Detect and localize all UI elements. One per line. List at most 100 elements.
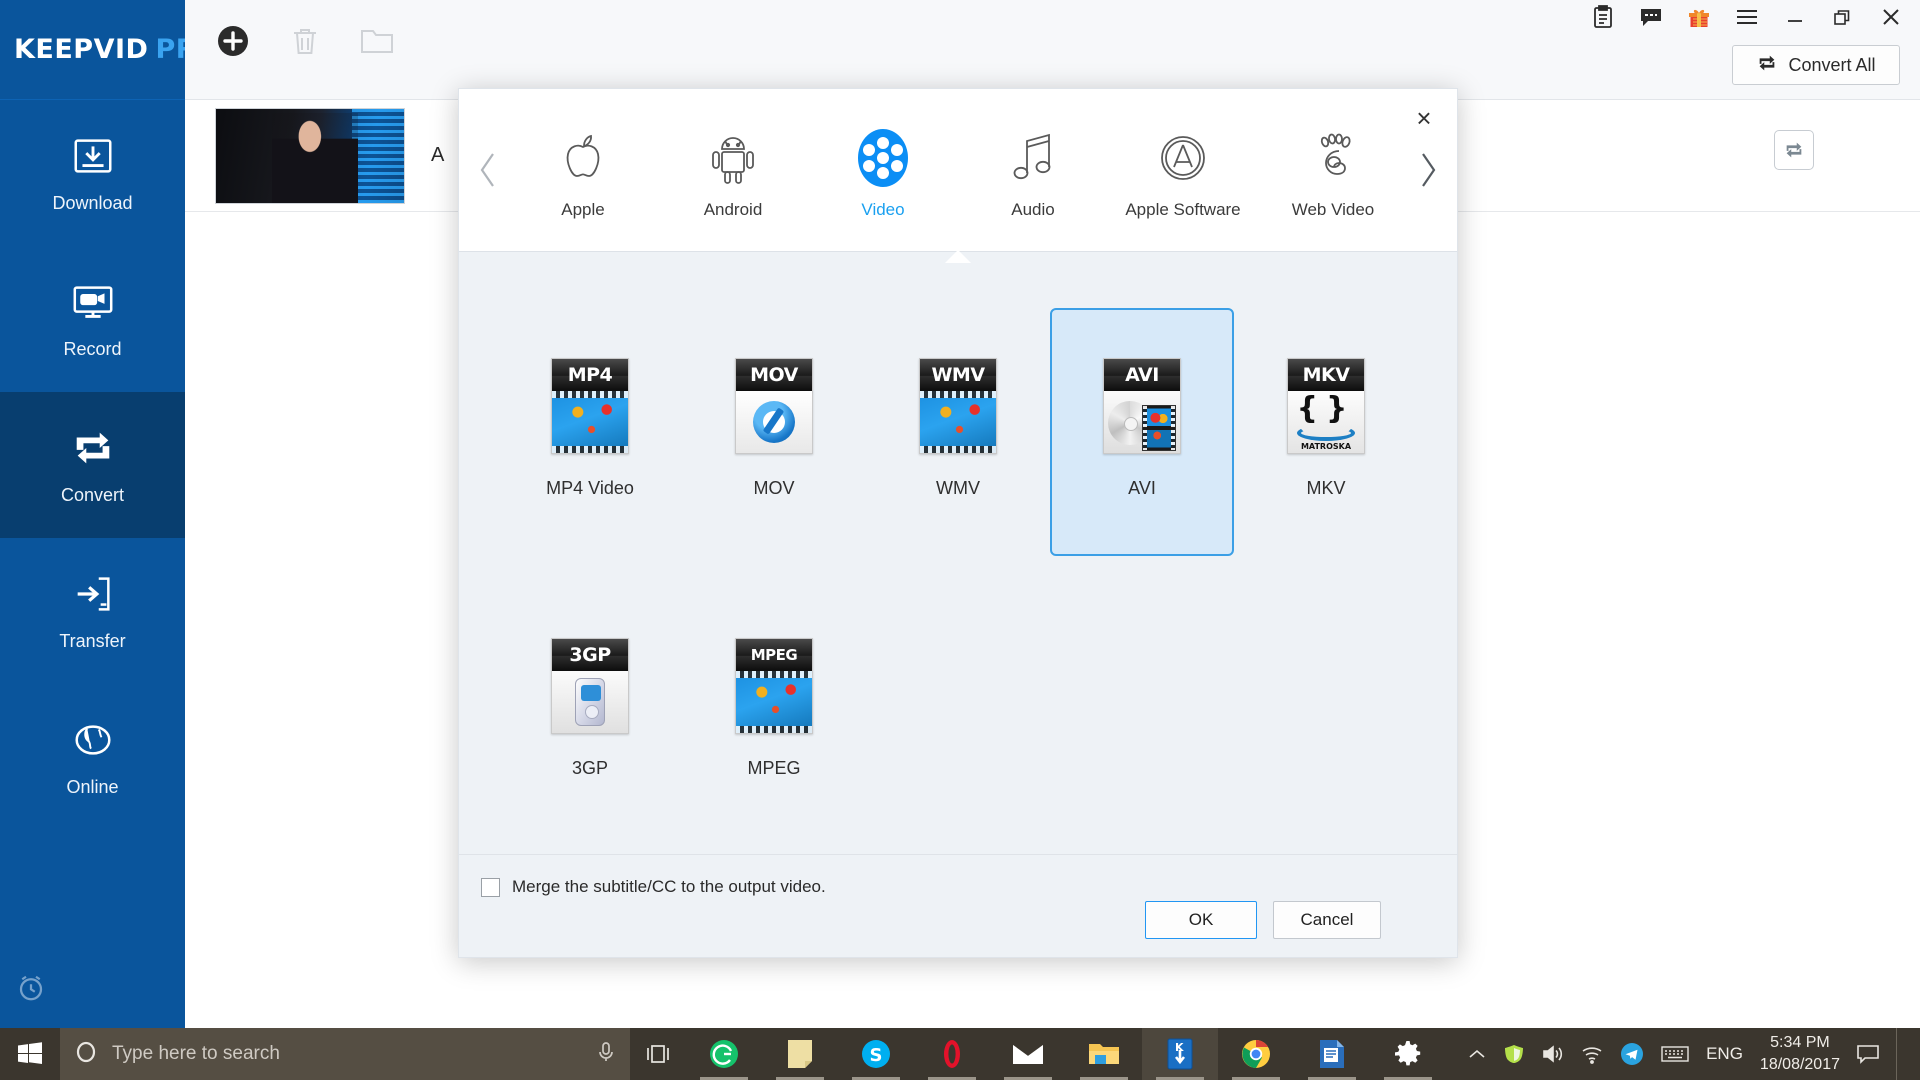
format-tile-avi[interactable]: AVI AVI <box>1050 308 1234 556</box>
tab-audio[interactable]: Audio <box>958 120 1108 220</box>
mov-file-icon: MOV <box>735 358 813 454</box>
file-explorer-icon[interactable] <box>1066 1028 1142 1080</box>
sidebar-item-download[interactable]: Download <box>0 100 185 246</box>
settings-gear-icon[interactable] <box>1370 1028 1446 1080</box>
tab-label: Audio <box>1011 200 1055 219</box>
format-tile-mov[interactable]: MOV MOV <box>682 308 866 556</box>
microphone-icon[interactable] <box>596 1041 616 1068</box>
tab-android[interactable]: Android <box>658 120 808 220</box>
taskbar-apps: S K <box>686 1028 1446 1080</box>
tab-video[interactable]: Video <box>808 120 971 263</box>
sidebar-item-convert[interactable]: Convert <box>0 392 185 538</box>
action-center-icon[interactable] <box>1857 1044 1879 1064</box>
list-item-title: A <box>431 144 445 166</box>
chrome-icon[interactable] <box>1218 1028 1294 1080</box>
film-reel-icon <box>854 126 912 190</box>
format-tile-mkv[interactable]: MKV {} MATROSKA MKV <box>1234 308 1418 556</box>
sticky-notes-icon[interactable] <box>762 1028 838 1080</box>
tab-apple[interactable]: Apple <box>508 120 658 220</box>
android-icon <box>707 126 759 190</box>
format-tile-mp4[interactable]: MP4 MP4 Video <box>498 308 682 556</box>
restore-icon[interactable] <box>1830 4 1856 30</box>
clock-time: 5:34 PM <box>1770 1034 1830 1052</box>
search-input[interactable]: Type here to search <box>60 1028 630 1080</box>
dialog-tabs: Apple Android Video Audio Apple Software… <box>508 120 1408 263</box>
chevron-left-icon[interactable] <box>468 140 508 200</box>
format-tile-mpeg[interactable]: MPEG MPEG <box>682 588 866 836</box>
tab-web-video[interactable]: Web Video <box>1258 120 1408 220</box>
close-icon[interactable]: × <box>1409 103 1439 133</box>
merge-subtitle-option[interactable]: Merge the subtitle/CC to the output vide… <box>481 877 826 897</box>
dialog-footer: Merge the subtitle/CC to the output vide… <box>459 854 1457 957</box>
format-tile-wmv[interactable]: WMV WMV <box>866 308 1050 556</box>
keepvid-icon[interactable]: K <box>1142 1028 1218 1080</box>
telegram-icon[interactable] <box>1620 1042 1644 1066</box>
keyboard-icon[interactable] <box>1661 1045 1689 1063</box>
speaker-icon[interactable] <box>1542 1044 1564 1064</box>
tab-label: Apple <box>561 200 605 219</box>
mp4-file-icon: MP4 <box>551 358 629 454</box>
sidebar-item-transfer[interactable]: Transfer <box>0 538 185 684</box>
system-tray: ENG 5:34 PM 18/08/2017 <box>1468 1028 1920 1080</box>
windows-taskbar: Type here to search S K ENG 5:34 PM 18/0… <box>0 1028 1920 1080</box>
windows-start-icon[interactable] <box>0 1028 60 1080</box>
show-desktop-button[interactable] <box>1896 1028 1906 1080</box>
row-convert-button[interactable] <box>1774 130 1814 170</box>
mkv-file-icon: MKV {} MATROSKA <box>1287 358 1365 454</box>
video-thumbnail <box>215 107 405 204</box>
folder-icon[interactable] <box>357 21 397 61</box>
tab-label: Apple Software <box>1125 200 1241 219</box>
opera-icon[interactable] <box>914 1028 990 1080</box>
add-circle-icon[interactable] <box>213 21 253 61</box>
convert-all-label: Convert All <box>1788 54 1876 75</box>
svg-text:S: S <box>870 1045 883 1066</box>
sidebar-item-record[interactable]: Record <box>0 246 185 392</box>
format-badge: MKV <box>1302 364 1350 386</box>
app-logo: KEEPVIDPRO <box>0 0 220 100</box>
dialog-buttons: OK Cancel <box>1145 901 1381 939</box>
transfer-icon <box>69 570 117 618</box>
apple-icon <box>558 126 608 190</box>
close-icon[interactable] <box>1878 4 1904 30</box>
mail-icon[interactable] <box>990 1028 1066 1080</box>
menu-icon[interactable] <box>1734 4 1760 30</box>
cancel-button[interactable]: Cancel <box>1273 901 1381 939</box>
task-view-icon[interactable] <box>630 1028 686 1080</box>
grammarly-icon[interactable] <box>686 1028 762 1080</box>
merge-subtitle-checkbox[interactable] <box>481 877 500 897</box>
ok-button[interactable]: OK <box>1145 901 1257 939</box>
tab-label: Web Video <box>1291 200 1375 219</box>
3gp-file-icon: 3GP <box>551 638 629 734</box>
language-indicator[interactable]: ENG <box>1706 1044 1743 1064</box>
globe-icon <box>69 716 117 764</box>
sidebar-item-online[interactable]: Online <box>0 684 185 830</box>
trash-icon[interactable] <box>285 21 325 61</box>
thumbnail-subject <box>272 112 358 203</box>
chat-icon[interactable] <box>1638 4 1664 30</box>
clock[interactable]: 5:34 PM 18/08/2017 <box>1760 1032 1840 1075</box>
search-placeholder: Type here to search <box>112 1043 280 1064</box>
tab-label: Video <box>861 200 905 219</box>
sidebar-item-label: Download <box>52 193 133 213</box>
minimize-icon[interactable] <box>1782 4 1808 30</box>
format-label: MOV <box>753 478 795 498</box>
alarm-clock-icon[interactable] <box>16 973 46 1008</box>
gift-icon[interactable] <box>1686 4 1712 30</box>
format-badge: 3GP <box>569 644 611 666</box>
format-tile-3gp[interactable]: 3GP 3GP <box>498 588 682 836</box>
convert-all-button[interactable]: Convert All <box>1732 45 1900 85</box>
tab-apple-software[interactable]: Apple Software <box>1108 120 1258 220</box>
antivirus-icon[interactable] <box>1503 1043 1525 1065</box>
format-label: MP4 Video <box>546 478 634 498</box>
chevron-right-icon[interactable] <box>1408 140 1448 200</box>
format-badge: AVI <box>1125 364 1159 386</box>
format-grid-container: MP4 MP4 Video MOV MOV WMV WMV AVI AVI MK… <box>459 252 1457 856</box>
wifi-icon[interactable] <box>1581 1044 1603 1064</box>
chevron-up-icon[interactable] <box>1468 1047 1486 1061</box>
skype-icon[interactable]: S <box>838 1028 914 1080</box>
clipboard-icon[interactable] <box>1590 4 1616 30</box>
libreoffice-writer-icon[interactable] <box>1294 1028 1370 1080</box>
format-grid: MP4 MP4 Video MOV MOV WMV WMV AVI AVI MK… <box>459 308 1457 836</box>
merge-subtitle-label: Merge the subtitle/CC to the output vide… <box>512 877 826 896</box>
window-controls <box>1590 4 1904 30</box>
